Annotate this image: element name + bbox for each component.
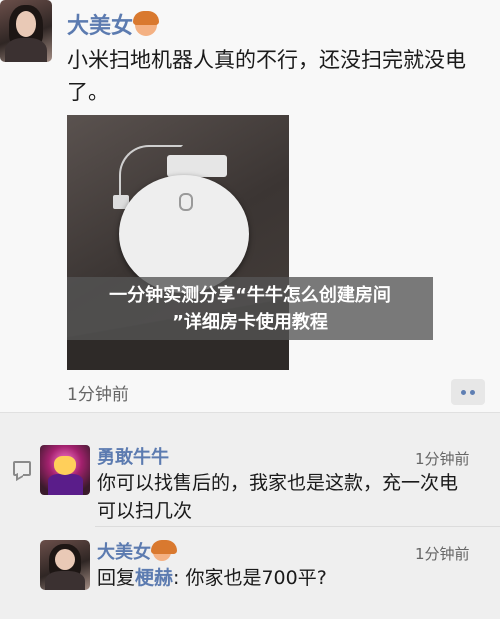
comment-text-1[interactable]: 你可以找售后的，我家也是这款，充一次电可以扫几次 (97, 469, 475, 525)
reply-mention[interactable]: 梗赫 (135, 567, 173, 589)
moment-post: 大美女 小米扫地机器人真的不行，还没扫完就没电了。 1分钟前 (0, 0, 500, 412)
post-text: 小米扫地机器人真的不行，还没扫完就没电了。 (67, 48, 466, 104)
overlay-banner: 一分钟实测分享“牛牛怎么创建房间 ”详细房卡使用教程 (67, 277, 433, 340)
comment-time-2: 1分钟前 (415, 545, 470, 563)
girl-emoji-icon (151, 540, 177, 561)
comment-avatar-2[interactable] (40, 540, 90, 590)
comment-section: 勇敢牛牛 1分钟前 你可以找售后的，我家也是这款，充一次电可以扫几次 大美女 1… (0, 412, 500, 619)
comment-divider (95, 526, 500, 527)
post-time: 1分钟前 (67, 385, 129, 405)
post-author-avatar[interactable] (0, 0, 52, 62)
girl-emoji-icon (133, 11, 160, 36)
comment-icon (13, 461, 31, 476)
comment-text-2[interactable]: 回复梗赫: 你家也是700平? (97, 564, 497, 592)
more-actions-button[interactable] (451, 379, 485, 405)
comment-time-1: 1分钟前 (415, 450, 470, 468)
banner-line-2: ”详细房卡使用教程 (172, 312, 328, 333)
banner-line-1: 一分钟实测分享“牛牛怎么创建房间 (109, 285, 391, 306)
post-author-name[interactable]: 大美女 (67, 8, 160, 40)
robot-vacuum (119, 175, 249, 293)
more-dots-icon (461, 389, 466, 395)
comment-author-2[interactable]: 大美女 (97, 538, 177, 564)
comment-author-1[interactable]: 勇敢牛牛 (97, 443, 169, 469)
comment-avatar-1[interactable] (40, 445, 90, 495)
charging-dock (167, 155, 227, 177)
